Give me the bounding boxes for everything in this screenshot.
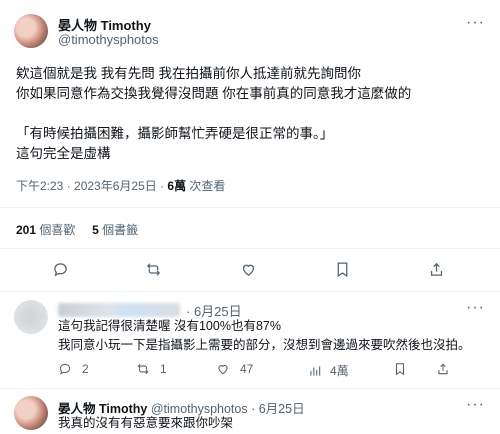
bookmark-icon [395,363,405,376]
share-icon [430,262,443,276]
reply-views-button[interactable]: 4萬 [308,362,349,379]
more-horizontal-icon[interactable]: ··· [466,299,485,317]
divider [0,248,500,249]
reply-icon [59,363,71,375]
views-count: 6萬 [167,179,187,193]
retweet-icon [146,263,161,276]
views-icon [310,365,321,376]
engagement-stats: 201 個喜歡 5 個書籤 [16,221,138,238]
likes-label: 個喜歡 [39,223,76,237]
tweet-line: 你如果同意作為交換我覺得沒問題 你在事前真的同意我才這麼做的 [16,86,412,101]
divider [0,207,500,208]
reply-retweet-button[interactable]: 1 [136,362,167,376]
reply-like-button[interactable]: 47 [216,362,253,376]
views-label: 次查看 [186,179,226,193]
tweet-meta: 下午2:23 · 2023年6月25日 · 6萬 次查看 [16,177,225,194]
bookmarks-stat[interactable]: 5 個書籤 [92,223,138,237]
reply-icon [54,263,67,277]
bookmarks-count: 5 [92,223,99,237]
divider [0,291,500,292]
tweet-timestamp[interactable]: 下午2:23 · 2023年6月25日 · [16,179,167,193]
heart-icon [218,365,228,375]
reply-share-button[interactable] [436,362,450,376]
more-horizontal-icon[interactable]: ··· [466,396,485,414]
reply2-text: 我真的沒有有惡意要來跟你吵架 [58,416,234,430]
share-button[interactable] [428,261,445,278]
heart-icon [242,264,255,276]
retweet-button[interactable] [145,261,162,278]
reply-avatar[interactable] [14,300,48,334]
bookmarks-label: 個書籤 [102,223,139,237]
likes-stat[interactable]: 201 個喜歡 [16,223,75,237]
bookmark-button[interactable] [334,261,351,278]
blurred-username[interactable] [58,303,180,317]
reply-button[interactable] [52,261,69,278]
share-icon [438,363,448,375]
tweet-text: 欸這個就是我 我有先問 我在拍攝前你人抵達前就先詢問你 你如果同意作為交換我覺得… [16,64,486,164]
retweet-count: 1 [160,362,167,376]
views-count: 4萬 [330,364,349,378]
reply-bookmark-button[interactable] [393,362,407,376]
reply-line: 我同意小玩一下是指攝影上需要的部分，沒想到會邊過來要吹然後也沒拍。 [58,338,471,352]
reply2-date[interactable]: · 6月25日 [251,402,305,416]
like-count: 47 [240,362,254,376]
divider [0,388,500,389]
bookmark-icon [337,262,348,278]
likes-count: 201 [16,223,37,237]
tweet-line: 欸這個就是我 我有先問 我在拍攝前你人抵達前就先詢問你 [16,66,362,81]
more-horizontal-icon[interactable]: ··· [466,14,485,32]
reply-text: 這句我記得很清楚喔 沒有100%也有87% 我同意小玩一下是指攝影上需要的部分，… [58,317,488,355]
reply-count: 2 [82,362,89,376]
like-button[interactable] [240,261,257,278]
author-handle[interactable]: @timothysphotos [58,32,159,47]
tweet-line: 這句完全是虛構 [16,146,111,161]
reply-line: 這句我記得很清楚喔 沒有100%也有87% [58,319,281,333]
tweet-line: 「有時候拍攝困難，攝影師幫忙弄硬是很正常的事。」 [16,126,334,141]
reply-author-avatar[interactable] [14,396,48,430]
reply-reply-button[interactable]: 2 [58,362,89,376]
retweet-icon [137,363,149,375]
author-avatar[interactable] [14,14,48,48]
